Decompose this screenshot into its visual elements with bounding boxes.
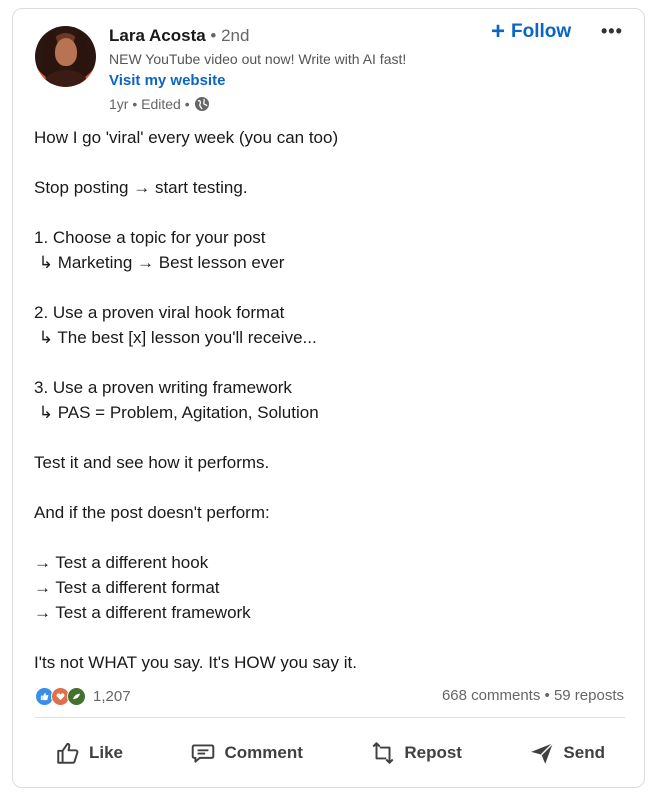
post-line: ↳ Marketing → Best lesson ever: [34, 253, 285, 272]
post-line: 3. Use a proven writing framework: [34, 378, 292, 397]
post-line: Stop posting → start testing.: [34, 178, 248, 197]
reaction-count: 1,207: [93, 688, 131, 705]
comment-label: Comment: [224, 743, 303, 762]
stats-separator: •: [544, 687, 550, 704]
follow-label: Follow: [511, 21, 572, 42]
globe-icon: [194, 96, 210, 112]
follow-button[interactable]: + Follow: [491, 18, 572, 45]
author-name[interactable]: Lara Acosta: [109, 26, 206, 45]
post-text: How I go 'viral' every week (you can too…: [34, 125, 624, 675]
comment-icon: [192, 744, 215, 763]
connection-degree: • 2nd: [210, 26, 250, 45]
post-line: ↳ The best [x] lesson you'll receive...: [34, 328, 317, 347]
action-bar: Like Comment Repost Send: [35, 731, 625, 775]
post-line: 2. Use a proven viral hook format: [34, 303, 285, 322]
reactions-summary[interactable]: 1,207: [35, 687, 131, 706]
post-line: → Test a different framework: [34, 603, 251, 622]
repost-button[interactable]: Repost: [350, 740, 482, 766]
post-meta: 1yr • Edited •: [109, 95, 210, 113]
thumbs-up-icon: [57, 742, 79, 764]
post-line: How I go 'viral' every week (you can too…: [34, 128, 339, 147]
like-label: Like: [89, 743, 124, 762]
engagement-stats: 668 comments • 59 reposts: [442, 687, 624, 704]
post-line: → Test a different format: [34, 578, 220, 597]
post-line: ↳ PAS = Problem, Agitation, Solution: [34, 403, 319, 422]
repost-label: Repost: [404, 743, 462, 762]
post-line: → Test a different hook: [34, 553, 209, 572]
more-options-icon[interactable]: •••: [601, 21, 623, 42]
like-button[interactable]: Like: [35, 740, 143, 766]
send-icon: [531, 742, 554, 764]
post-line: And if the post doesn't perform:: [34, 503, 270, 522]
avatar[interactable]: [35, 26, 96, 87]
comment-button[interactable]: Comment: [170, 740, 322, 766]
support-reaction-icon: [67, 687, 86, 706]
post-line: I'ts not WHAT you say. It's HOW you say …: [34, 653, 357, 672]
send-button[interactable]: Send: [509, 740, 625, 766]
send-label: Send: [563, 743, 605, 762]
website-link[interactable]: Visit my website: [109, 71, 225, 91]
post-time: 1yr • Edited •: [109, 96, 190, 112]
comments-count[interactable]: 668 comments: [442, 687, 540, 704]
post-card: Lara Acosta • 2nd NEW YouTube video out …: [12, 8, 645, 788]
author-line: Lara Acosta • 2nd: [109, 25, 249, 47]
plus-icon: +: [491, 18, 506, 45]
repost-icon: [372, 742, 394, 764]
author-headline: NEW YouTube video out now! Write with AI…: [109, 51, 407, 67]
divider: [35, 717, 625, 718]
post-line: Test it and see how it performs.: [34, 453, 270, 472]
reposts-count[interactable]: 59 reposts: [554, 687, 624, 704]
post-line: 1. Choose a topic for your post: [34, 228, 266, 247]
